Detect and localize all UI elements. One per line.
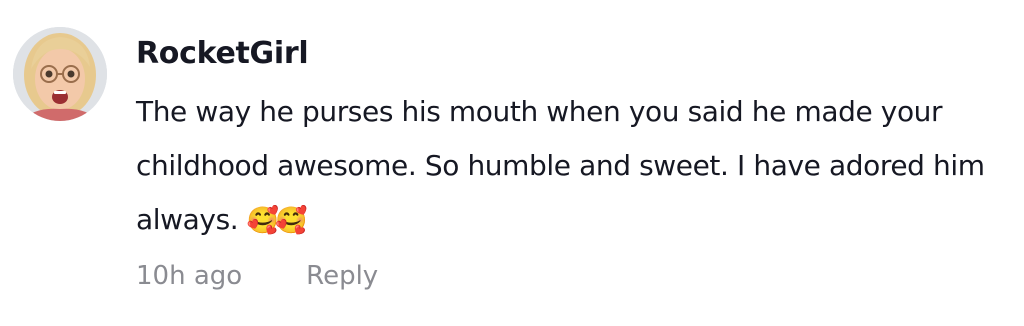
comment-username[interactable]: RocketGirl: [136, 30, 1016, 78]
comment-timestamp: 10h ago: [136, 261, 243, 291]
comment-content: RocketGirl The way he purses his mouth w…: [136, 30, 1016, 248]
reply-button[interactable]: Reply: [306, 256, 378, 296]
avatar[interactable]: [13, 27, 107, 121]
comment-meta: 10h ago Reply: [136, 256, 378, 296]
memoji-avatar-icon: [13, 27, 107, 121]
comment-item: RocketGirl The way he purses his mouth w…: [0, 0, 1024, 326]
comment-text: The way he purses his mouth when you sai…: [136, 85, 1016, 248]
smiling-face-with-hearts-emoji: 🥰🥰: [246, 206, 308, 236]
